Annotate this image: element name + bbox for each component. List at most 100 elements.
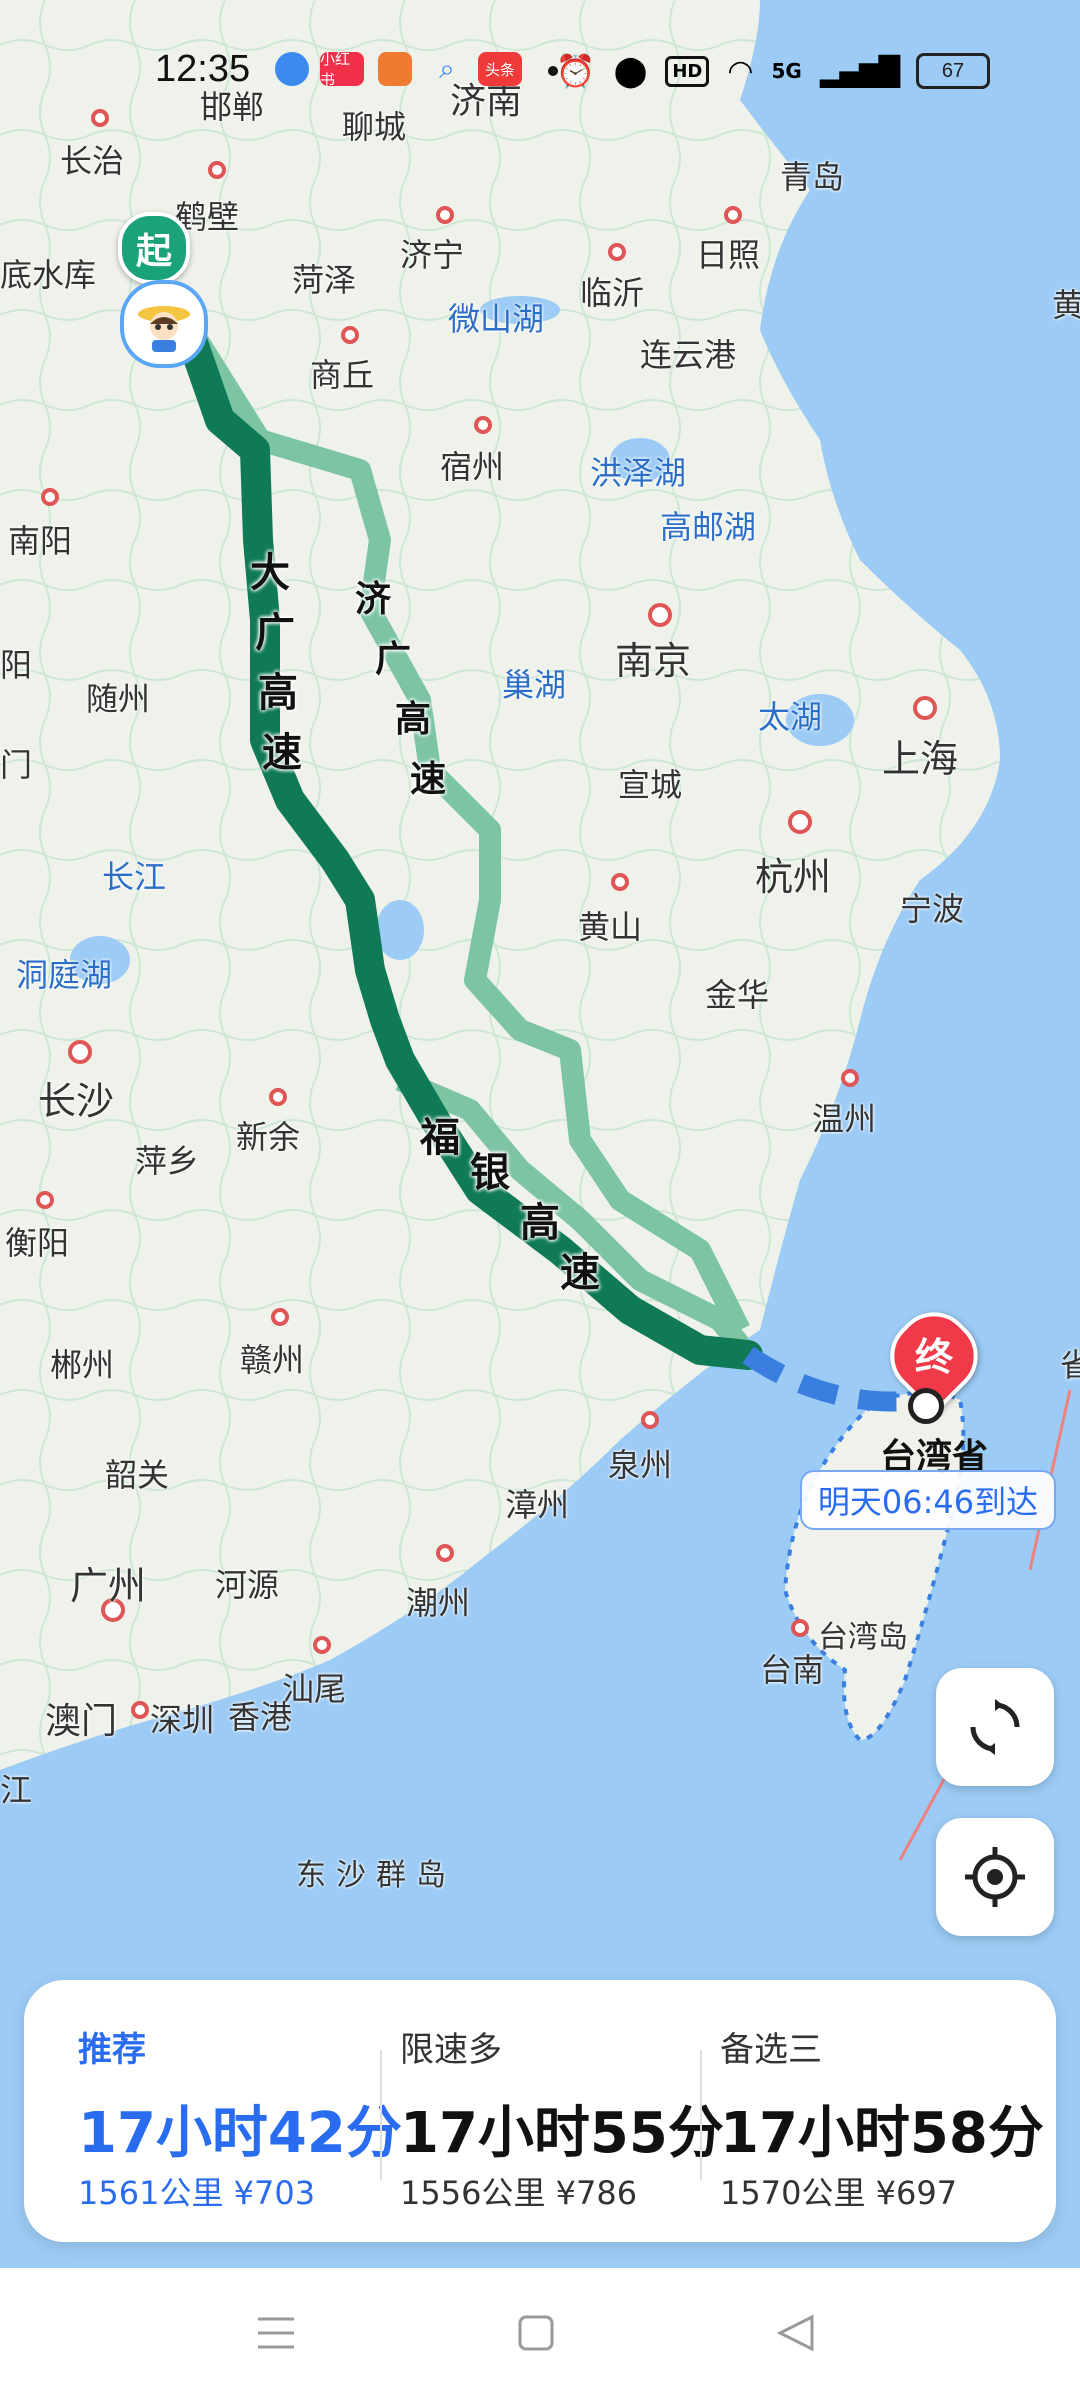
road-name-char: 福 (420, 1115, 460, 1161)
map-label: 宿州 (440, 448, 505, 486)
user-avatar[interactable] (120, 280, 208, 368)
route-duration: 17小时42分 (78, 2101, 402, 2166)
map-label: 杭州 (755, 855, 832, 899)
map-label: 韶关 (105, 1456, 170, 1494)
map-label: 南阳 (8, 522, 73, 560)
map-label: 台南 (760, 1651, 825, 1689)
map-label: 澳门 (45, 1701, 118, 1742)
map-label: 台湾岛 (818, 1620, 908, 1655)
back-button[interactable] (756, 2298, 836, 2368)
route-duration: 17小时58分 (720, 2101, 1044, 2166)
map-label: 宣城 (618, 766, 683, 804)
home-icon (518, 2315, 554, 2351)
battery-indicator: 67 (916, 53, 990, 89)
road-name-char: 高 (395, 699, 432, 740)
map-label: 南京 (615, 639, 692, 683)
home-button[interactable] (496, 2298, 576, 2368)
back-icon (776, 2314, 814, 2352)
route-meta: 1570公里 ¥697 (720, 2174, 958, 2212)
map-label: 深圳 (150, 1701, 215, 1739)
map-label: 连云港 (640, 336, 737, 374)
refresh-button[interactable] (936, 1668, 1054, 1786)
location-icon: ⬤ (613, 53, 648, 89)
road-name-char: 济 (355, 579, 392, 620)
map-label: 青岛 (780, 158, 845, 196)
start-marker[interactable]: 起 (118, 212, 190, 284)
blue-app-icon (275, 52, 309, 86)
signal-label: 5G (771, 59, 802, 83)
road-name-char: 速 (410, 759, 447, 800)
map-label: 上海 (882, 737, 959, 781)
xiaohongshu-icon: 小红书 (320, 50, 364, 89)
map-label: 随州 (86, 680, 151, 718)
map-label: 郴州 (50, 1346, 115, 1384)
clock: 12:35 (155, 48, 251, 90)
map-label: 长治 (60, 142, 125, 180)
map-label: 阳 (0, 646, 33, 684)
map-label: 门 (0, 746, 33, 784)
map-label: 泉州 (608, 1446, 673, 1484)
map-label: 温州 (812, 1100, 877, 1138)
map-label: 新余 (236, 1118, 301, 1156)
map-label: 河源 (215, 1566, 280, 1604)
map-label: 菏泽 (292, 261, 357, 299)
route-label: 推荐 (78, 2030, 146, 2070)
route-meta: 1556公里 ¥786 (400, 2174, 638, 2212)
map-label: 潮州 (406, 1584, 471, 1622)
map-label: 商丘 (310, 356, 375, 394)
eta-bubble: 明天06:46到达 (800, 1470, 1056, 1530)
route-meta: 1561公里 ¥703 (78, 2174, 316, 2212)
road-name-char: 速 (262, 730, 302, 776)
map-label: 底水库 (0, 256, 97, 294)
road-name-char: 速 (560, 1250, 600, 1296)
map-label: 长沙 (38, 1079, 115, 1123)
map-label: 临沂 (580, 274, 645, 312)
map-label: 微山湖 (448, 300, 545, 338)
map-label: 巢湖 (502, 666, 567, 704)
avatar-icon (138, 306, 190, 352)
map-label: 江 (0, 1771, 33, 1809)
road-name-char: 高 (520, 1200, 560, 1246)
road-name-char: 高 (258, 670, 298, 716)
route-duration: 17小时55分 (400, 2101, 724, 2166)
map-label: 洞庭湖 (16, 956, 113, 994)
route-label: 备选三 (720, 2030, 822, 2070)
map-label: 洪泽湖 (590, 454, 687, 492)
video-app-icon (378, 52, 412, 86)
locate-button[interactable] (936, 1818, 1054, 1936)
toutiao-icon: 头条 (478, 52, 522, 86)
map-label: 广州 (70, 1564, 147, 1608)
road-name-char: 银 (470, 1150, 510, 1196)
map-label: 黄山 (578, 908, 643, 946)
map-label: 长江 (102, 858, 167, 896)
map-label: 金华 (705, 976, 770, 1014)
map-label: 济宁 (400, 236, 465, 274)
menu-icon (258, 2317, 294, 2349)
road-name-char: 大 (250, 550, 290, 596)
status-bar: 12:35 小红书 ⌕ 头条 ⏰ ⬤ HD ◠ 5G ▂▄▆█ 67 (0, 0, 1080, 140)
map-label: 太湖 (758, 698, 823, 736)
alarm-icon: ⏰ (555, 52, 596, 90)
map-label: 萍乡 (135, 1142, 200, 1180)
signal-icon: ▂▄▆█ (819, 54, 900, 88)
route-option-speed-limit[interactable]: 限速多 17小时55分 1556公里 ¥786 (370, 1980, 724, 2242)
route-options-card: 推荐 17小时42分 1561公里 ¥703 限速多 17小时55分 1556公… (24, 1980, 1056, 2242)
locate-icon (965, 1847, 1025, 1907)
menu-button[interactable] (236, 2298, 316, 2368)
refresh-icon (970, 1699, 1020, 1755)
map-label: 省 (1060, 1346, 1080, 1384)
map-label: 赣州 (240, 1341, 305, 1379)
map-label: 高邮湖 (660, 508, 757, 546)
road-name-char: 广 (375, 639, 412, 680)
wifi-icon: ◠ (727, 53, 754, 89)
route-option-recommended[interactable]: 推荐 17小时42分 1561公里 ¥703 (48, 1980, 402, 2242)
map-label: 日照 (696, 236, 761, 274)
route-option-alt-three[interactable]: 备选三 17小时58分 1570公里 ¥697 (690, 1980, 1044, 2242)
end-marker-label: 终 (914, 1335, 953, 1379)
map-label: 衡阳 (5, 1224, 70, 1262)
map-label: 东沙群岛 (296, 1858, 456, 1893)
map-label: 漳州 (505, 1486, 570, 1524)
route-label: 限速多 (400, 2030, 502, 2070)
map-label: 宁波 (900, 890, 965, 928)
system-nav-bar (0, 2268, 1080, 2400)
